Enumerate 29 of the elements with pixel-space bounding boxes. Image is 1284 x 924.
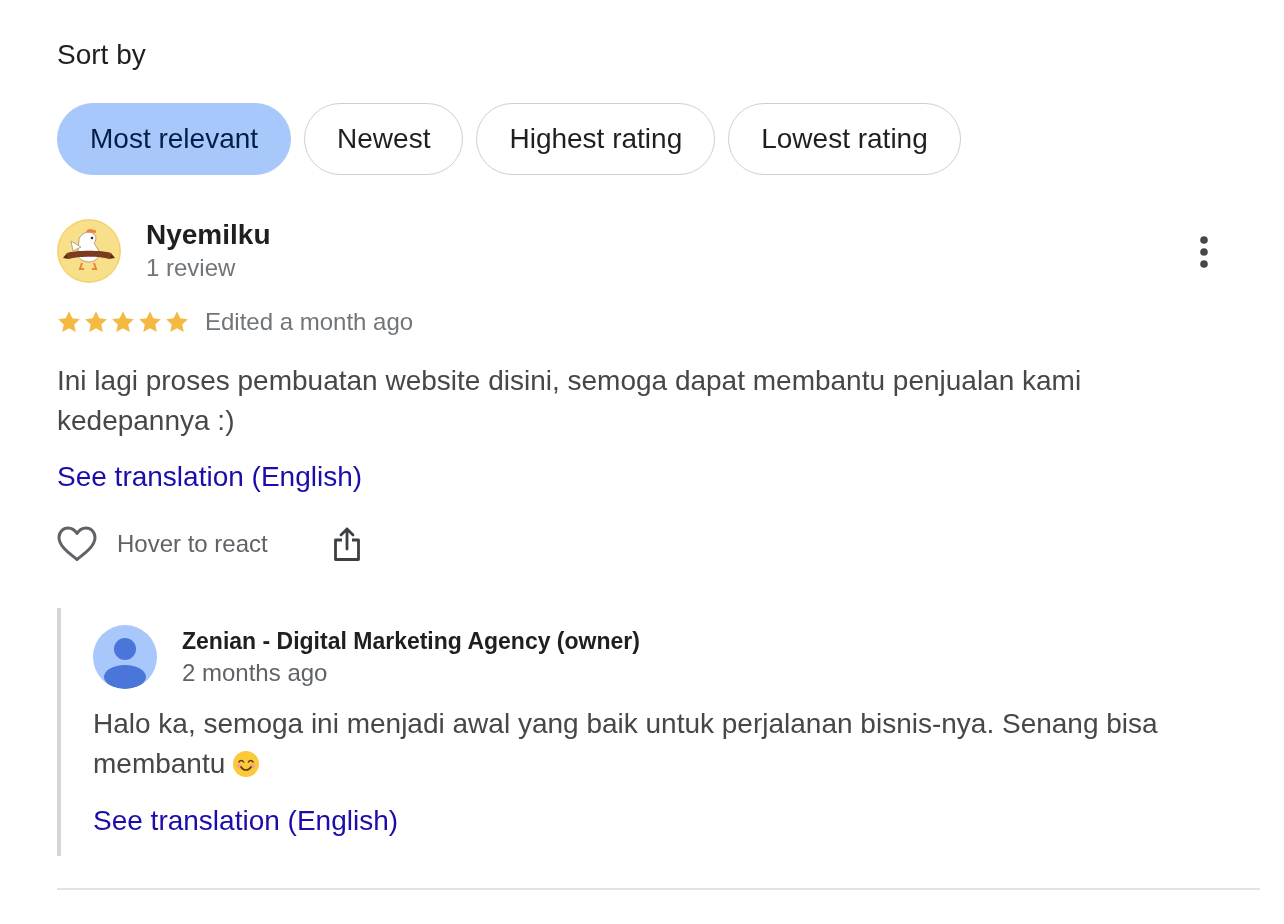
reply-text: membantu <box>93 747 226 781</box>
review-date: Edited a month ago <box>205 307 414 337</box>
reviewer-name: Nyemilku <box>146 219 271 251</box>
sort-chip[interactable]: Lowest rating <box>728 103 961 175</box>
sort-chip[interactable]: Highest rating <box>476 103 716 175</box>
reply-text: Halo ka, semoga ini menjadi awal yang baik untuk perjalanan bisnis-nya. Senang bisa <box>93 707 1158 741</box>
star-icon <box>165 310 189 334</box>
owner-name: Zenian - Digital Marketing Agency (owner) <box>182 627 640 656</box>
star-icon <box>57 310 81 334</box>
smiling-face-icon <box>233 751 260 777</box>
translation-link[interactable]: See translation (English) <box>57 461 363 492</box>
react-button[interactable] <box>57 526 97 562</box>
share-button[interactable] <box>332 526 361 562</box>
vertical-dots-icon <box>1200 235 1208 268</box>
sort-label: Sort by <box>57 38 146 72</box>
chicken-logo-icon <box>57 219 121 283</box>
reviewer-meta: 1 review <box>146 253 236 283</box>
heart-icon <box>57 526 97 562</box>
reply-date: 2 months ago <box>182 658 328 688</box>
star-icon <box>84 310 108 334</box>
sort-chip[interactable]: Newest <box>304 103 464 175</box>
react-hint: Hover to react <box>117 529 268 559</box>
share-icon <box>332 526 361 562</box>
star-icon <box>138 310 162 334</box>
review-text: Ini lagi proses pembuatan website disini, semoga dapat membantu penjualan kami kedepannya :) <box>57 364 1083 438</box>
star-icon <box>111 310 135 334</box>
person-avatar-icon <box>93 625 157 689</box>
sort-chip[interactable]: Most relevant <box>57 103 292 175</box>
translation-link[interactable]: See translation (English) <box>93 805 399 836</box>
